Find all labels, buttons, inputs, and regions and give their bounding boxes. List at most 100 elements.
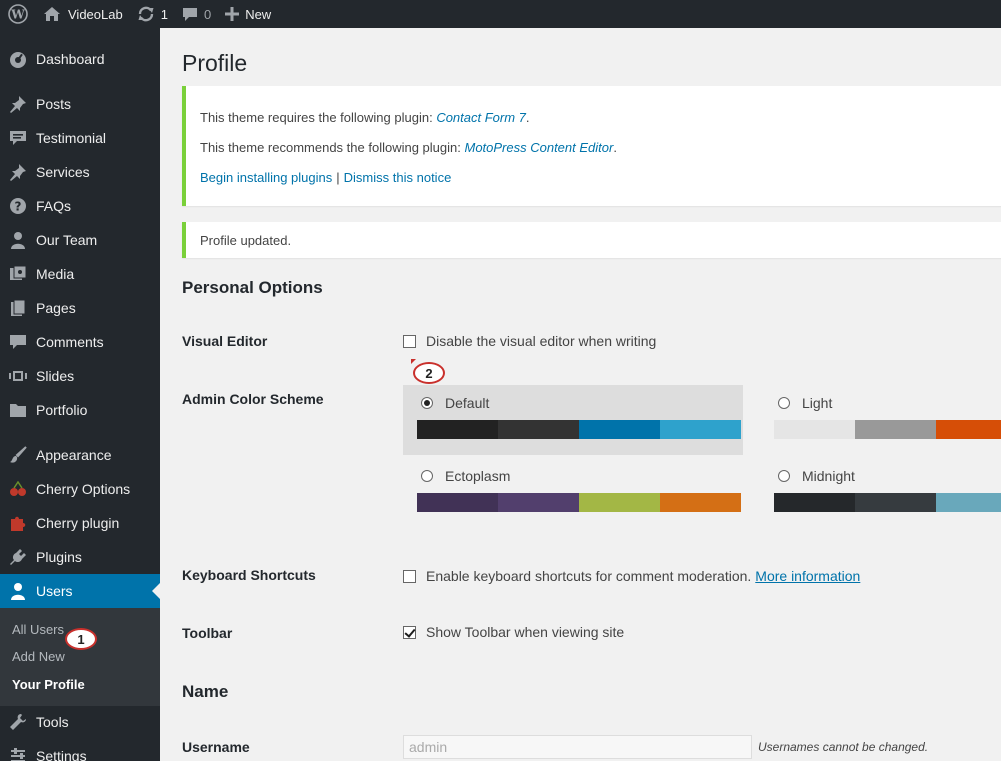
- slides-icon: [0, 370, 36, 382]
- color-swatch: [660, 493, 741, 512]
- scheme-midnight-palette: [774, 493, 1001, 512]
- scheme-light-radio[interactable]: [778, 397, 790, 409]
- menu-label-services: Services: [36, 164, 90, 180]
- keyboard-shortcuts-checkbox[interactable]: [403, 569, 416, 583]
- scheme-light-option: Light: [778, 395, 832, 411]
- current-menu-arrow: [152, 583, 160, 599]
- scheme-ectoplasm-option: Ectoplasm: [421, 468, 510, 484]
- more-information-link[interactable]: More information: [755, 568, 860, 584]
- color-scheme-midnight[interactable]: Midnight: [760, 458, 1001, 528]
- scheme-default-radio[interactable]: [421, 397, 433, 409]
- pushpin-icon: [0, 95, 36, 113]
- menu-item-faqs[interactable]: ? FAQs: [0, 189, 160, 223]
- cherry-icon: [0, 481, 36, 497]
- menu-item-testimonial[interactable]: Testimonial: [0, 121, 160, 155]
- color-swatch: [579, 420, 660, 439]
- menu-label-cherry-plugin: Cherry plugin: [36, 515, 120, 531]
- menu-item-tools[interactable]: Tools: [0, 705, 160, 739]
- submenu-your-profile[interactable]: Your Profile: [12, 677, 85, 692]
- scheme-ectoplasm-radio[interactable]: [421, 470, 433, 482]
- color-scheme-label: Admin Color Scheme: [182, 391, 324, 407]
- notice-actions: Begin installing plugins | Dismiss this no…: [200, 170, 451, 185]
- menu-item-users[interactable]: Users: [0, 574, 160, 608]
- media-icon: [0, 265, 36, 283]
- menu-item-services[interactable]: Services: [0, 155, 160, 189]
- color-scheme-default[interactable]: Default: [403, 385, 743, 455]
- submenu-all-users[interactable]: All Users: [12, 622, 64, 637]
- menu-item-dashboard[interactable]: Dashboard: [0, 42, 160, 76]
- personal-options-heading: Personal Options: [182, 278, 323, 297]
- menu-item-cherry-options[interactable]: Cherry Options: [0, 472, 160, 506]
- contact-form-7-link[interactable]: Contact Form 7: [436, 110, 526, 125]
- color-swatch: [417, 493, 498, 512]
- menu-label-cherry-options: Cherry Options: [36, 481, 131, 497]
- admin-toolbar: W VideoLab 1 0 New: [0, 0, 1001, 28]
- scheme-light-palette: [774, 420, 1001, 439]
- menu-item-our-team[interactable]: Our Team: [0, 223, 160, 257]
- visual-editor-label: Visual Editor: [182, 333, 268, 349]
- svg-text:W: W: [10, 8, 25, 22]
- menu-label-comments: Comments: [36, 334, 104, 350]
- toolbar-checkbox[interactable]: [403, 625, 416, 639]
- username-input[interactable]: [403, 735, 752, 759]
- comments-count: 0: [203, 6, 212, 22]
- color-swatch: [498, 493, 579, 512]
- menu-item-cherry-plugin[interactable]: Cherry plugin: [0, 506, 160, 540]
- dismiss-notice-link[interactable]: Dismiss this notice: [344, 170, 452, 185]
- menu-label-faqs: FAQs: [36, 198, 72, 214]
- wordpress-logo-icon: W: [8, 4, 28, 24]
- profile-updated-text: Profile updated.: [200, 233, 292, 248]
- username-description: Usernames cannot be changed.: [758, 740, 929, 754]
- scheme-default-name: Default: [445, 395, 490, 411]
- updates-count: 1: [160, 6, 168, 22]
- menu-item-plugins[interactable]: Plugins: [0, 540, 160, 574]
- notice-required-text: This theme requires the following plugin…: [200, 110, 433, 125]
- new-label: New: [245, 6, 272, 22]
- plug-icon: [0, 548, 36, 566]
- site-name-link[interactable]: VideoLab: [44, 0, 123, 28]
- marker-2-pointer: [411, 359, 416, 364]
- user-icon: [0, 582, 36, 600]
- settings-icon: [0, 747, 36, 761]
- menu-item-portfolio[interactable]: Portfolio: [0, 393, 160, 427]
- person-icon: [0, 231, 36, 249]
- color-swatch: [660, 420, 741, 439]
- name-section-heading: Name: [182, 682, 229, 701]
- toolbar-label: Toolbar: [182, 625, 233, 641]
- menu-item-appearance[interactable]: Appearance: [0, 438, 160, 472]
- notice-recommended-text: This theme recommends the following plug…: [200, 140, 461, 155]
- menu-label-appearance: Appearance: [36, 447, 112, 463]
- color-scheme-light[interactable]: Light: [760, 385, 1001, 455]
- menu-item-media[interactable]: Media: [0, 257, 160, 291]
- color-swatch: [498, 420, 579, 439]
- plugin-notice: This theme requires the following plugin…: [182, 86, 1001, 206]
- wordpress-logo-button[interactable]: W: [0, 0, 36, 28]
- menu-item-comments[interactable]: Comments: [0, 325, 160, 359]
- scheme-midnight-radio[interactable]: [778, 470, 790, 482]
- color-scheme-ectoplasm[interactable]: Ectoplasm: [403, 458, 743, 528]
- menu-item-pages[interactable]: Pages: [0, 291, 160, 325]
- begin-installing-link[interactable]: Begin installing plugins: [200, 170, 332, 185]
- scheme-midnight-name: Midnight: [802, 468, 855, 484]
- menu-item-posts[interactable]: Posts: [0, 87, 160, 121]
- menu-item-settings[interactable]: Settings: [0, 739, 160, 761]
- new-content-link[interactable]: New: [225, 0, 271, 28]
- submenu-add-new[interactable]: Add New: [12, 649, 65, 664]
- notice-separator: |: [336, 170, 340, 185]
- menu-item-slides[interactable]: Slides: [0, 359, 160, 393]
- scheme-light-name: Light: [802, 395, 833, 411]
- wrench-icon: [0, 713, 36, 731]
- menu-label-slides: Slides: [36, 368, 75, 384]
- plus-icon: [225, 7, 245, 21]
- main-content: Profile This theme requires the followin…: [160, 28, 1001, 761]
- menu-label-portfolio: Portfolio: [36, 402, 88, 418]
- motopress-link[interactable]: MotoPress Content Editor: [464, 140, 613, 155]
- visual-editor-text: Disable the visual editor when writing: [426, 333, 657, 349]
- visual-editor-checkbox[interactable]: [403, 334, 416, 348]
- visual-editor-option: Disable the visual editor when writing: [403, 333, 656, 349]
- comments-link[interactable]: 0: [182, 0, 211, 28]
- dashboard-icon: [0, 50, 36, 68]
- updates-link[interactable]: 1: [137, 0, 168, 28]
- color-swatch: [417, 420, 498, 439]
- toolbar-option: Show Toolbar when viewing site: [403, 624, 624, 640]
